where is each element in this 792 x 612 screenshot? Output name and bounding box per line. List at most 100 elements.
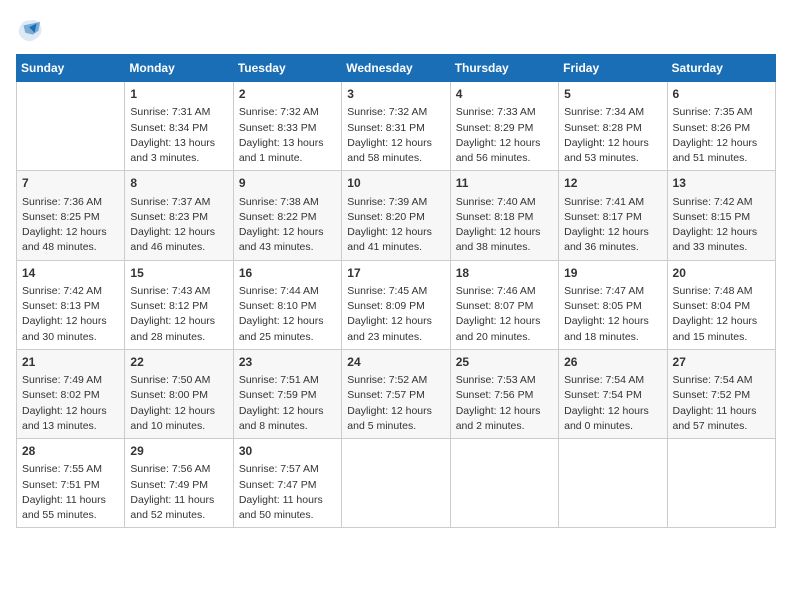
day-info: Sunrise: 7:48 AMSunset: 8:04 PMDaylight:…	[673, 284, 770, 345]
calendar-cell: 14 Sunrise: 7:42 AMSunset: 8:13 PMDayligh…	[17, 260, 125, 349]
calendar-cell: 27Sunrise: 7:54 AMSunset: 7:52 PMDayligh…	[667, 349, 775, 438]
day-info: Sunrise: 7:45 AMSunset: 8:09 PMDaylight:…	[347, 284, 444, 345]
day-number: 1	[130, 86, 227, 103]
day-number: 11	[456, 175, 553, 192]
day-number: 5	[564, 86, 661, 103]
day-info: Sunrise: 7:42 AMSunset: 8:13 PMDaylight:…	[22, 284, 119, 345]
day-number: 2	[239, 86, 336, 103]
day-number: 15	[130, 265, 227, 282]
day-info: Sunrise: 7:55 AMSunset: 7:51 PMDaylight:…	[22, 462, 119, 523]
calendar-table: SundayMondayTuesdayWednesdayThursdayFrid…	[16, 54, 776, 528]
day-info: Sunrise: 7:51 AMSunset: 7:59 PMDaylight:…	[239, 373, 336, 434]
day-number: 28	[22, 443, 119, 460]
column-header-wednesday: Wednesday	[342, 55, 450, 82]
column-header-thursday: Thursday	[450, 55, 558, 82]
day-info: Sunrise: 7:52 AMSunset: 7:57 PMDaylight:…	[347, 373, 444, 434]
calendar-week-5: 28 Sunrise: 7:55 AMSunset: 7:51 PMDayligh…	[17, 439, 776, 528]
day-info: Sunrise: 7:31 AMSunset: 8:34 PMDaylight:…	[130, 105, 227, 166]
calendar-cell: 21 Sunrise: 7:49 AMSunset: 8:02 PMDayligh…	[17, 349, 125, 438]
day-info: Sunrise: 7:47 AMSunset: 8:05 PMDaylight:…	[564, 284, 661, 345]
calendar-cell: 13 Sunrise: 7:42 AMSunset: 8:15 PMDayligh…	[667, 171, 775, 260]
day-info: Sunrise: 7:34 AMSunset: 8:28 PMDaylight:…	[564, 105, 661, 166]
day-info: Sunrise: 7:56 AMSunset: 7:49 PMDaylight:…	[130, 462, 227, 523]
day-info: Sunrise: 7:57 AMSunset: 7:47 PMDaylight:…	[239, 462, 336, 523]
day-number: 13	[673, 175, 770, 192]
day-info: Sunrise: 7:54 AMSunset: 7:54 PMDaylight:…	[564, 373, 661, 434]
calendar-cell: 29 Sunrise: 7:56 AMSunset: 7:49 PMDayligh…	[125, 439, 233, 528]
day-number: 24	[347, 354, 444, 371]
column-header-saturday: Saturday	[667, 55, 775, 82]
calendar-cell: 7Sunrise: 7:36 AMSunset: 8:25 PMDaylight…	[17, 171, 125, 260]
column-header-tuesday: Tuesday	[233, 55, 341, 82]
calendar-cell: 11 Sunrise: 7:40 AMSunset: 8:18 PMDayligh…	[450, 171, 558, 260]
calendar-cell: 22 Sunrise: 7:50 AMSunset: 8:00 PMDayligh…	[125, 349, 233, 438]
day-info: Sunrise: 7:46 AMSunset: 8:07 PMDaylight:…	[456, 284, 553, 345]
day-info: Sunrise: 7:32 AMSunset: 8:33 PMDaylight:…	[239, 105, 336, 166]
header-row: SundayMondayTuesdayWednesdayThursdayFrid…	[17, 55, 776, 82]
calendar-cell: 16Sunrise: 7:44 AMSunset: 8:10 PMDayligh…	[233, 260, 341, 349]
calendar-cell	[450, 439, 558, 528]
calendar-cell: 15 Sunrise: 7:43 AMSunset: 8:12 PMDayligh…	[125, 260, 233, 349]
day-number: 8	[130, 175, 227, 192]
calendar-week-4: 21 Sunrise: 7:49 AMSunset: 8:02 PMDayligh…	[17, 349, 776, 438]
calendar-cell: 18Sunrise: 7:46 AMSunset: 8:07 PMDayligh…	[450, 260, 558, 349]
calendar-cell: 3Sunrise: 7:32 AMSunset: 8:31 PMDaylight…	[342, 82, 450, 171]
day-info: Sunrise: 7:54 AMSunset: 7:52 PMDaylight:…	[673, 373, 770, 434]
calendar-week-2: 7Sunrise: 7:36 AMSunset: 8:25 PMDaylight…	[17, 171, 776, 260]
day-info: Sunrise: 7:53 AMSunset: 7:56 PMDaylight:…	[456, 373, 553, 434]
day-info: Sunrise: 7:38 AMSunset: 8:22 PMDaylight:…	[239, 195, 336, 256]
day-number: 30	[239, 443, 336, 460]
day-number: 20	[673, 265, 770, 282]
day-info: Sunrise: 7:37 AMSunset: 8:23 PMDaylight:…	[130, 195, 227, 256]
day-info: Sunrise: 7:40 AMSunset: 8:18 PMDaylight:…	[456, 195, 553, 256]
calendar-cell: 20 Sunrise: 7:48 AMSunset: 8:04 PMDayligh…	[667, 260, 775, 349]
day-number: 19	[564, 265, 661, 282]
logo	[16, 16, 48, 44]
day-info: Sunrise: 7:32 AMSunset: 8:31 PMDaylight:…	[347, 105, 444, 166]
day-number: 21	[22, 354, 119, 371]
calendar-cell: 5 Sunrise: 7:34 AMSunset: 8:28 PMDaylight…	[559, 82, 667, 171]
day-number: 29	[130, 443, 227, 460]
calendar-cell	[17, 82, 125, 171]
calendar-cell: 12Sunrise: 7:41 AMSunset: 8:17 PMDayligh…	[559, 171, 667, 260]
day-number: 7	[22, 175, 119, 192]
calendar-cell: 10 Sunrise: 7:39 AMSunset: 8:20 PMDayligh…	[342, 171, 450, 260]
calendar-cell: 28 Sunrise: 7:55 AMSunset: 7:51 PMDayligh…	[17, 439, 125, 528]
calendar-week-1: 1 Sunrise: 7:31 AMSunset: 8:34 PMDaylight…	[17, 82, 776, 171]
calendar-cell	[342, 439, 450, 528]
day-number: 14	[22, 265, 119, 282]
calendar-cell: 24 Sunrise: 7:52 AMSunset: 7:57 PMDayligh…	[342, 349, 450, 438]
calendar-cell: 4 Sunrise: 7:33 AMSunset: 8:29 PMDaylight…	[450, 82, 558, 171]
day-info: Sunrise: 7:41 AMSunset: 8:17 PMDaylight:…	[564, 195, 661, 256]
day-info: Sunrise: 7:42 AMSunset: 8:15 PMDaylight:…	[673, 195, 770, 256]
calendar-cell: 17 Sunrise: 7:45 AMSunset: 8:09 PMDayligh…	[342, 260, 450, 349]
calendar-cell: 8 Sunrise: 7:37 AMSunset: 8:23 PMDaylight…	[125, 171, 233, 260]
day-number: 9	[239, 175, 336, 192]
calendar-cell: 19 Sunrise: 7:47 AMSunset: 8:05 PMDayligh…	[559, 260, 667, 349]
calendar-week-3: 14 Sunrise: 7:42 AMSunset: 8:13 PMDayligh…	[17, 260, 776, 349]
calendar-cell: 9 Sunrise: 7:38 AMSunset: 8:22 PMDaylight…	[233, 171, 341, 260]
day-info: Sunrise: 7:43 AMSunset: 8:12 PMDaylight:…	[130, 284, 227, 345]
day-number: 6	[673, 86, 770, 103]
calendar-cell: 26 Sunrise: 7:54 AMSunset: 7:54 PMDayligh…	[559, 349, 667, 438]
day-number: 26	[564, 354, 661, 371]
day-number: 4	[456, 86, 553, 103]
day-number: 17	[347, 265, 444, 282]
day-number: 10	[347, 175, 444, 192]
day-info: Sunrise: 7:49 AMSunset: 8:02 PMDaylight:…	[22, 373, 119, 434]
day-info: Sunrise: 7:44 AMSunset: 8:10 PMDaylight:…	[239, 284, 336, 345]
column-header-sunday: Sunday	[17, 55, 125, 82]
calendar-cell: 2 Sunrise: 7:32 AMSunset: 8:33 PMDaylight…	[233, 82, 341, 171]
page-header	[16, 16, 776, 44]
day-info: Sunrise: 7:39 AMSunset: 8:20 PMDaylight:…	[347, 195, 444, 256]
column-header-monday: Monday	[125, 55, 233, 82]
logo-icon	[16, 16, 44, 44]
day-info: Sunrise: 7:35 AMSunset: 8:26 PMDaylight:…	[673, 105, 770, 166]
calendar-cell: 1 Sunrise: 7:31 AMSunset: 8:34 PMDaylight…	[125, 82, 233, 171]
day-info: Sunrise: 7:50 AMSunset: 8:00 PMDaylight:…	[130, 373, 227, 434]
calendar-cell	[559, 439, 667, 528]
column-header-friday: Friday	[559, 55, 667, 82]
calendar-cell: 23Sunrise: 7:51 AMSunset: 7:59 PMDayligh…	[233, 349, 341, 438]
day-info: Sunrise: 7:33 AMSunset: 8:29 PMDaylight:…	[456, 105, 553, 166]
day-number: 22	[130, 354, 227, 371]
